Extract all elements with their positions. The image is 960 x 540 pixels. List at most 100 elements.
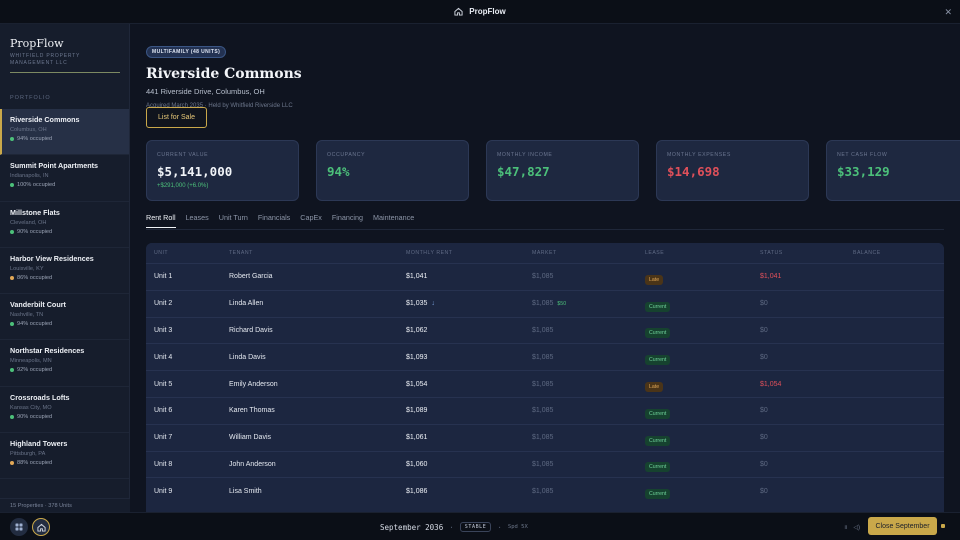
table-row[interactable]: Unit 9 Lisa Smith $1,086 $1,085 Current $0	[146, 477, 944, 504]
property-name: Northstar Residences	[10, 346, 85, 356]
brand-name: PropFlow	[10, 37, 64, 50]
rent-cell: $1,054	[406, 381, 532, 388]
occupancy-text: 92% occupied	[17, 367, 53, 374]
status-cell: $0	[760, 326, 768, 334]
lease-cell: Late	[645, 268, 760, 286]
volume-icon[interactable]: ◁)	[853, 524, 860, 531]
tab-divider	[146, 229, 944, 230]
unit-cell: Unit 2	[154, 300, 173, 308]
market-cell: $1,085	[532, 461, 645, 468]
app-title: PropFlow	[469, 7, 506, 16]
column-header[interactable]: TENANT	[229, 250, 406, 256]
kpi-card: NET CASH FLOW $33,129	[826, 140, 960, 201]
sidebar-item-property[interactable]: Northstar Residences Minneapolis, MN 92% o…	[0, 340, 129, 387]
sidebar-item-property[interactable]: Summit Point Apartments Indianapolis, IN 1…	[0, 155, 129, 202]
property-name: Harbor View Residences	[10, 253, 94, 263]
kpi-label: MONTHLY EXPENSES	[667, 152, 731, 158]
table-row[interactable]: Unit 4 Linda Davis $1,093 $1,085 Current $0	[146, 343, 944, 370]
list-for-sale-button[interactable]: List for Sale	[146, 107, 207, 128]
kpi-card: OCCUPANCY 94%	[316, 140, 469, 201]
lease-status-badge: Current	[645, 489, 671, 500]
table-row[interactable]: Unit 5 Emily Anderson $1,054 $1,085 Late $1,0…	[146, 370, 944, 397]
table-row[interactable]: Unit 7 William Davis $1,061 $1,085 Current $0	[146, 423, 944, 451]
occupancy-text: 88% occupied	[17, 460, 53, 467]
rent-cell: $1,086	[406, 488, 532, 495]
kpi-label: CURRENT VALUE	[157, 152, 209, 158]
tab-unit-turn[interactable]: Unit Turn	[219, 213, 248, 228]
property-detail: MULTIFAMILY (48 UNITS) Riverside Commons…	[146, 40, 960, 512]
kpi-label: NET CASH FLOW	[837, 152, 888, 158]
property-list: Riverside Commons Columbus, OH 94% occupie…	[0, 109, 129, 480]
sidebar-item-property[interactable]: Riverside Commons Columbus, OH 94% occupie…	[0, 109, 129, 156]
occupancy-text: 94% occupied	[17, 321, 53, 328]
speed-indicator: Spd 5X	[507, 524, 528, 530]
sidebar-item-property[interactable]: Crossroads Lofts Kansas City, MO 90% occup…	[0, 387, 129, 434]
market-value: $1,085	[532, 460, 554, 468]
occupancy-dot	[10, 461, 14, 466]
table-row[interactable]: Unit 1 Robert Garcia $1,041 $1,085 Late $1,04…	[146, 263, 944, 290]
table-body: Unit 1 Robert Garcia $1,041 $1,085 Late $1,04…	[146, 263, 944, 504]
tab-capex[interactable]: CapEx	[300, 213, 322, 228]
market-cell: $1,085	[532, 407, 645, 414]
kpi-label: OCCUPANCY	[327, 152, 366, 158]
column-header[interactable]: LEASE	[645, 250, 760, 256]
property-name: Riverside Commons	[10, 115, 80, 124]
home-icon	[454, 7, 463, 16]
property-name: Summit Point Apartments	[10, 161, 98, 171]
market-cell: $1,085	[532, 488, 645, 495]
sidebar-item-property[interactable]: Harbor View Residences Louisville, KY 86% …	[0, 248, 129, 295]
close-icon[interactable]: ✕	[944, 7, 952, 18]
tab-financials[interactable]: Financials	[258, 213, 290, 228]
property-city: Pittsburgh, PA	[10, 451, 46, 458]
column-header[interactable]: MARKET	[532, 250, 645, 256]
property-occupancy: 90% occupied	[10, 229, 119, 235]
table-row[interactable]: Unit 2 Linda Allen $1,035 ↓ $1,085 $50 Current…	[146, 289, 944, 317]
property-occupancy: 94% occupied	[10, 321, 119, 327]
grid-menu-button[interactable]	[10, 518, 28, 536]
market-value: $1,085	[532, 487, 554, 495]
table-row[interactable]: Unit 3 Richard Davis $1,062 $1,085 Current $0	[146, 316, 944, 344]
table-row[interactable]: Unit 6 Karen Thomas $1,089 $1,085 Current $0	[146, 396, 944, 424]
tab-financing[interactable]: Financing	[332, 213, 363, 228]
lease-status-badge: Current	[645, 462, 671, 473]
tab-rent-roll[interactable]: Rent Roll	[146, 213, 176, 228]
market-state-badge: STABLE	[459, 522, 492, 532]
kpi-value: $47,827	[497, 164, 550, 179]
home-button[interactable]	[32, 518, 50, 536]
market-value: $1,085	[532, 353, 554, 361]
portfolio-label: PORTFOLIO	[10, 95, 51, 101]
lease-cell: Current	[645, 348, 760, 366]
table-header: UNIT TENANT MONTHLY RENT MARKET LEASE STATUS B…	[146, 243, 944, 263]
close-month-button[interactable]: Close September	[868, 517, 937, 535]
property-occupancy: 92% occupied	[10, 367, 119, 373]
property-city: Louisville, KY	[10, 265, 44, 272]
property-occupancy: 94% occupied	[10, 136, 119, 142]
brand-subtitle: Whitfield Property Management LLC	[10, 53, 81, 66]
property-occupancy: 90% occupied	[10, 414, 119, 420]
property-city: Minneapolis, MN	[10, 358, 52, 365]
tenant-cell: Karen Thomas	[229, 407, 275, 415]
column-header[interactable]: UNIT	[146, 250, 229, 256]
playback-controls: ॥ ◁)	[844, 523, 860, 532]
occupancy-dot	[10, 183, 14, 188]
sidebar-item-property[interactable]: Vanderbilt Court Nashville, TN 94% occupie…	[0, 294, 129, 341]
kpi-value: $33,129	[837, 164, 890, 179]
tab-leases[interactable]: Leases	[186, 213, 209, 228]
table-row[interactable]: Unit 8 John Anderson $1,060 $1,085 Current $0	[146, 450, 944, 478]
column-header[interactable]: BALANCE	[853, 250, 944, 256]
home-icon	[36, 523, 46, 532]
column-header[interactable]: MONTHLY RENT	[406, 250, 532, 256]
market-value: $1,085	[532, 326, 554, 334]
lease-status-badge: Late	[645, 274, 664, 285]
lease-cell: Current	[645, 455, 760, 473]
sidebar-item-property[interactable]: Highland Towers Pittsburgh, PA 88% occupie…	[0, 433, 129, 480]
column-header[interactable]: STATUS	[760, 250, 853, 256]
pause-icon[interactable]: ॥	[844, 523, 848, 531]
tab-maintenance[interactable]: Maintenance	[373, 213, 414, 228]
rent-value: $1,086	[406, 487, 428, 495]
sidebar-item-property[interactable]: Millstone Flats Cleveland, OH 90% occupied	[0, 202, 129, 248]
kpi-value: 94%	[327, 164, 350, 179]
kpi-value: $14,698	[667, 164, 720, 179]
property-city: Cleveland, OH	[10, 219, 47, 226]
unit-cell: Unit 9	[154, 487, 173, 495]
